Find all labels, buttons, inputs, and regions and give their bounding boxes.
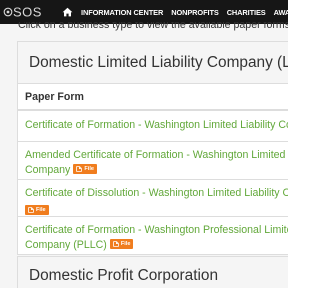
sos-logo-mark: SOS	[3, 5, 42, 20]
file-badge[interactable]: File	[25, 205, 49, 215]
form-link-line2[interactable]: Company (PLLC)	[25, 239, 107, 251]
top-nav-bar: SOS INFORMATION CENTER NONPROFITS CHARIT…	[0, 0, 288, 24]
sos-logo[interactable]: SOS	[0, 0, 48, 24]
table-row: Certificate of Formation - Washington Pr…	[18, 217, 288, 256]
file-badge[interactable]: File	[73, 164, 97, 174]
home-icon[interactable]	[62, 6, 74, 18]
panel-heading[interactable]: Domestic Limited Liability Company (LL	[18, 42, 288, 84]
file-badge-label: File	[36, 206, 46, 213]
logo-text: SOS	[13, 5, 42, 20]
column-header-paper-form: Paper Form	[18, 84, 288, 111]
nav-nonprofits[interactable]: NONPROFITS	[171, 8, 219, 17]
form-link-certificate-of-formation[interactable]: Certificate of Formation - Washington Li…	[25, 118, 288, 133]
file-icon	[113, 241, 119, 247]
intro-text: Click on a business type to view the ava…	[18, 22, 288, 31]
panel-heading[interactable]: Domestic Profit Corporation	[18, 257, 288, 288]
profit-corporation-panel: Domestic Profit Corporation	[17, 256, 288, 288]
nav-awards[interactable]: AWA	[274, 8, 288, 17]
panel-title: Domestic Profit Corporation	[29, 267, 219, 284]
page: SOS INFORMATION CENTER NONPROFITS CHARIT…	[0, 0, 288, 288]
form-link-pllc-cont[interactable]: Company (PLLC) File	[25, 238, 288, 253]
table-row: Amended Certificate of Formation - Washi…	[18, 142, 288, 180]
form-link-line2[interactable]: Company	[25, 164, 70, 176]
table-row: Certificate of Formation - Washington Li…	[18, 111, 288, 142]
file-badge-label: File	[120, 240, 131, 247]
nav-information-center[interactable]: INFORMATION CENTER	[81, 8, 163, 17]
llc-panel: Domestic Limited Liability Company (LL P…	[17, 41, 288, 255]
form-link-certificate-of-dissolution[interactable]: Certificate of Dissolution - Washington …	[25, 186, 288, 201]
form-link-amended-certificate[interactable]: Amended Certificate of Formation - Washi…	[25, 148, 288, 163]
table-row: Certificate of Dissolution - Washington …	[18, 180, 288, 217]
nav-charities[interactable]: CHARITIES	[227, 8, 266, 17]
file-badge-label: File	[84, 165, 94, 172]
panel-title: Domestic Limited Liability Company (LL	[29, 54, 288, 71]
intro-text-container: Click on a business type to view the ava…	[18, 22, 288, 33]
file-icon	[28, 207, 34, 213]
file-badge[interactable]: File	[109, 239, 134, 249]
file-icon	[76, 166, 83, 172]
form-link-amended-certificate-cont[interactable]: Company File	[25, 163, 288, 178]
form-link-certificate-of-formation-pllc[interactable]: Certificate of Formation - Washington Pr…	[25, 223, 288, 238]
